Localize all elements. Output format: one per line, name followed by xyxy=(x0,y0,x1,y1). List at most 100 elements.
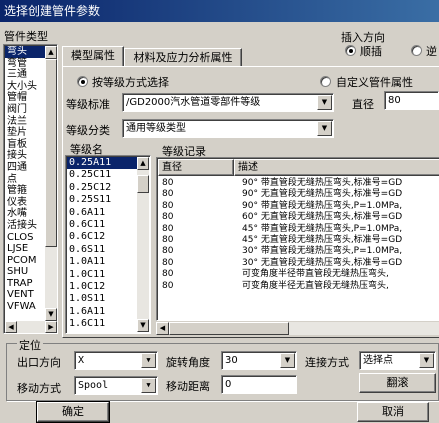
grade-standard-select[interactable]: /GD2000汽水管道零部件等级 ▼ xyxy=(122,93,334,112)
fitting-type-item[interactable]: 阀门 xyxy=(5,104,45,116)
table-row[interactable]: 80 90° 带直管段无缝热压弯头,标准号=GD xyxy=(158,178,439,188)
radio-reverse-label: 逆 xyxy=(426,45,437,58)
fitting-type-item[interactable]: PCOM xyxy=(5,255,45,267)
fitting-type-item[interactable]: 垫片 xyxy=(5,127,45,139)
grade-list-scrollbar[interactable]: ▲ ▼ xyxy=(137,157,149,332)
scroll-thumb[interactable] xyxy=(137,175,149,193)
radio-by-grade[interactable] xyxy=(77,76,88,87)
scroll-up-icon[interactable]: ▲ xyxy=(137,157,149,170)
chevron-down-icon[interactable]: ▼ xyxy=(141,378,156,393)
grade-name-item[interactable]: 1.0C11 xyxy=(67,269,137,281)
fitting-list-scrollbar[interactable]: ▲ ▼ xyxy=(45,46,57,321)
fitting-type-item[interactable]: 弯头 xyxy=(5,46,45,58)
fitting-type-item[interactable]: LJSE xyxy=(5,243,45,255)
fitting-type-item[interactable]: 弯管 xyxy=(5,58,45,70)
diameter-input[interactable]: 80 xyxy=(384,91,439,110)
fitting-type-item[interactable]: 活接头 xyxy=(5,220,45,232)
scroll-thumb[interactable] xyxy=(169,322,289,335)
positioning-label: 定位 xyxy=(17,337,43,353)
cell-diameter: 80 xyxy=(162,246,174,257)
table-row[interactable]: 80 60° 无直管段无缝热压弯头,标准号=GD xyxy=(158,212,439,222)
cell-description: 90° 带直管段无缝热压弯头,标准号=GD xyxy=(242,178,403,188)
grade-name-item[interactable]: 0.25A11 xyxy=(67,157,137,170)
fitting-type-item[interactable]: TRAP xyxy=(5,278,45,290)
table-row[interactable]: 80 45° 无直管段无缝热压弯头,标准号=GD xyxy=(158,235,439,245)
fitting-type-item[interactable]: VFWA xyxy=(5,301,45,313)
scroll-up-icon[interactable]: ▲ xyxy=(45,46,57,59)
move-distance-input[interactable]: 0 xyxy=(221,375,297,394)
radio-custom[interactable] xyxy=(320,76,331,87)
fitting-type-item[interactable]: 四通 xyxy=(5,162,45,174)
grade-name-item[interactable]: 0.25C12 xyxy=(67,182,137,194)
fitting-type-item[interactable]: 大小头 xyxy=(5,81,45,93)
grade-name-item[interactable]: 0.6C12 xyxy=(67,231,137,243)
tab-model-properties[interactable]: 模型属性 xyxy=(62,46,124,67)
table-row[interactable]: 80 可变角度半径带直管段无缝热压弯头, xyxy=(158,269,439,279)
flip-button[interactable]: 翻滚 xyxy=(359,373,436,393)
chevron-down-icon[interactable]: ▼ xyxy=(419,353,434,368)
radio-forward[interactable] xyxy=(345,45,356,56)
grade-names-list[interactable]: 0.25A11 0.25C11 0.25C12 0.25S11 0.6A11 0.6C11… xyxy=(67,157,137,332)
table-row[interactable]: 80 45° 带直管段无缝热压弯头,P=1.0MPa, xyxy=(158,224,439,234)
table-row[interactable]: 80 90° 带直管段无缝热压弯头,P=1.0MPa, xyxy=(158,201,439,211)
chevron-down-icon[interactable]: ▼ xyxy=(280,353,295,368)
grade-name-item[interactable]: 1.0C12 xyxy=(67,281,137,293)
fitting-type-item[interactable]: 管箍 xyxy=(5,185,45,197)
chevron-down-icon[interactable]: ▼ xyxy=(317,95,332,110)
scroll-down-icon[interactable]: ▼ xyxy=(137,319,149,332)
fitting-type-item[interactable]: 管帽 xyxy=(5,92,45,104)
scroll-left-icon[interactable]: ◀ xyxy=(156,322,169,335)
fitting-type-label: 管件类型 xyxy=(4,30,48,43)
scroll-down-icon[interactable]: ▼ xyxy=(45,308,57,321)
records-hscrollbar[interactable]: ◀ xyxy=(156,322,439,335)
scroll-thumb[interactable] xyxy=(45,59,57,247)
fitting-type-item[interactable]: 接头 xyxy=(5,150,45,162)
move-mode-select[interactable]: Spool ▼ xyxy=(74,376,158,395)
fitting-type-item[interactable]: 点 xyxy=(5,174,45,186)
table-row[interactable]: 80 30° 带直管段无缝热压弯头,P=1.0MPa, xyxy=(158,246,439,256)
grade-name-item[interactable]: 1.6C11 xyxy=(67,318,137,330)
connection-select[interactable]: 选择点 ▼ xyxy=(359,351,436,370)
cell-diameter: 80 xyxy=(162,235,174,245)
table-row[interactable]: 80 90° 无直管段无缝热压弯头,标准号=GD xyxy=(158,189,439,199)
cancel-button[interactable]: 取消 xyxy=(357,402,429,422)
grade-records-table[interactable]: 直径 描述 80 90° 带直管段无缝热压弯头,标准号=GD 80 90° 无直管段无… xyxy=(156,157,439,321)
grade-name-item[interactable]: 1.6A11 xyxy=(67,306,137,318)
cell-description: 30° 无直管段无缝热压弯头,标准号=GD xyxy=(242,257,403,268)
fitting-type-item[interactable]: 仪表 xyxy=(5,197,45,209)
grade-name-item[interactable]: 0.6S11 xyxy=(67,244,137,256)
grade-name-item[interactable]: 0.25S11 xyxy=(67,194,137,206)
chevron-down-icon[interactable]: ▼ xyxy=(141,353,156,368)
fitting-list-hscrollbar[interactable]: ◀ ▶ xyxy=(5,321,57,333)
grade-name-item[interactable]: 0.6C11 xyxy=(67,219,137,231)
fitting-type-item[interactable]: VENT xyxy=(5,289,45,301)
tab-material-stress[interactable]: 材料及应力分析属性 xyxy=(124,48,242,67)
fitting-type-item[interactable]: SHU xyxy=(5,266,45,278)
ok-button[interactable]: 确定 xyxy=(36,401,110,423)
fitting-type-list[interactable]: 弯头 弯管 三通 大小头 管帽 阀门 法兰 垫片 盲板 接头 四通点管箍 仪表 水嘴 活接头 CLOS LJS… xyxy=(5,46,45,321)
move-distance-label: 移动距离 xyxy=(166,380,210,393)
exit-direction-select[interactable]: X ▼ xyxy=(74,351,158,370)
chevron-down-icon[interactable]: ▼ xyxy=(317,121,332,136)
grade-name-item[interactable]: 1.0S11 xyxy=(67,293,137,305)
radio-reverse[interactable] xyxy=(411,45,422,56)
scroll-left-icon[interactable]: ◀ xyxy=(5,321,17,333)
fitting-type-item[interactable]: 盲板 xyxy=(5,139,45,151)
rotation-select[interactable]: 30 ▼ xyxy=(221,351,297,370)
grade-name-item[interactable]: 0.25C11 xyxy=(67,169,137,181)
fitting-type-item[interactable]: 法兰 xyxy=(5,116,45,128)
fitting-type-item[interactable]: 三通 xyxy=(5,69,45,81)
diameter-value: 80 xyxy=(388,95,401,106)
radio-forward-label: 顺插 xyxy=(360,45,382,58)
grade-name-item[interactable]: 0.6A11 xyxy=(67,207,137,219)
scroll-right-icon[interactable]: ▶ xyxy=(45,321,57,333)
column-header-description[interactable]: 描述 xyxy=(234,159,439,176)
table-row[interactable]: 80 可变角度半径无直管段无缝热压弯头, xyxy=(158,281,439,291)
grade-class-select[interactable]: 通用等级类型 ▼ xyxy=(122,119,334,138)
fitting-type-item[interactable]: CLOS xyxy=(5,232,45,244)
table-row[interactable]: 80 30° 无直管段无缝热压弯头,标准号=GD xyxy=(158,258,439,268)
column-header-diameter[interactable]: 直径 xyxy=(158,159,234,176)
grade-name-item[interactable]: 1.0A11 xyxy=(67,256,137,268)
fitting-type-panel: 弯头 弯管 三通 大小头 管帽 阀门 法兰 垫片 盲板 接头 四通点管箍 仪表 水嘴 活接头 CLOS LJS… xyxy=(3,44,58,334)
fitting-type-item[interactable]: 水嘴 xyxy=(5,208,45,220)
